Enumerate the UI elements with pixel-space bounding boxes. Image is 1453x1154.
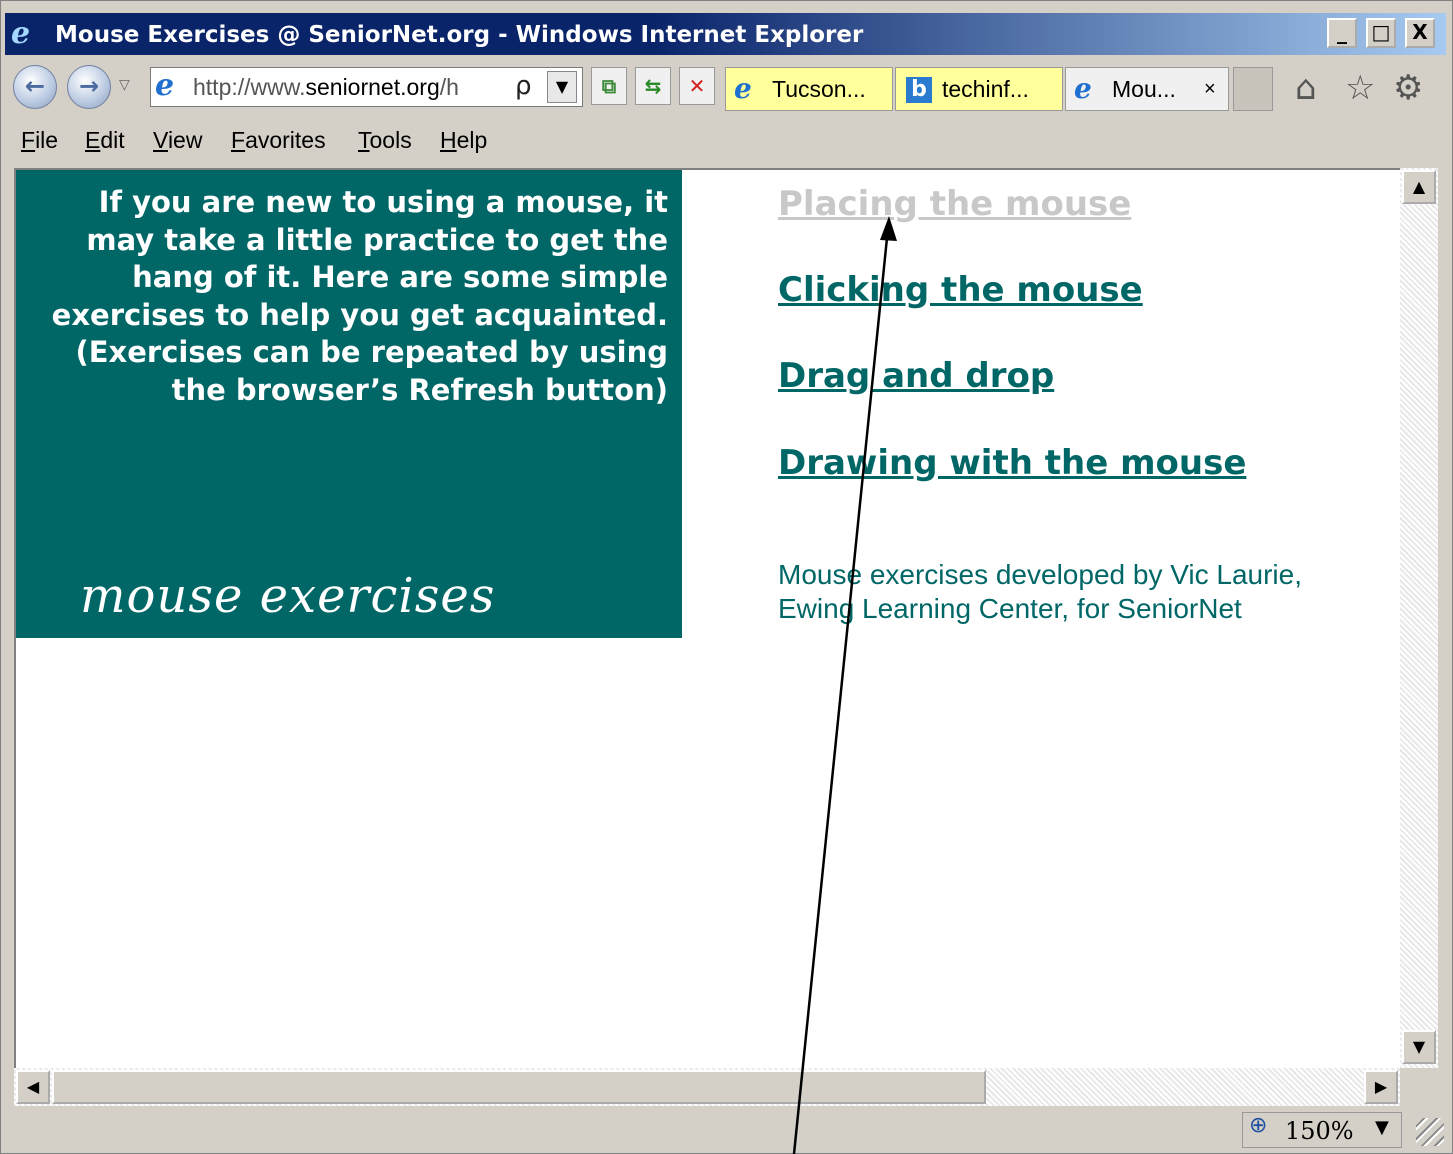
link-drag-and-drop[interactable]: Drag and drop [778, 356, 1054, 396]
link-drawing-with-the-mouse[interactable]: Drawing with the mouse [778, 443, 1246, 483]
zoom-dropdown-icon[interactable]: ▼ [1375, 1117, 1389, 1138]
page-content: If you are new to using a mouse, it may … [14, 168, 1400, 1068]
favorites-icon[interactable]: ☆ [1345, 71, 1375, 105]
ie-icon: e [734, 72, 752, 105]
scroll-up-button[interactable]: ▲ [1402, 170, 1436, 204]
tab-label: Tucson... [772, 76, 866, 102]
intro-text: If you are new to using a mouse, it may … [51, 185, 668, 407]
vertical-scrollbar[interactable]: ▲ ▼ [1400, 168, 1438, 1068]
title-bar[interactable]: e Mouse Exercises @ SeniorNet.org - Wind… [5, 13, 1446, 55]
link-placing-the-mouse[interactable]: Placing the mouse [778, 184, 1131, 224]
mouse-exercises-logo: mouse exercises [80, 568, 496, 624]
tab-label: Mou... [1112, 76, 1176, 102]
zoom-control[interactable]: ⊕ 150% ▼ [1242, 1112, 1402, 1148]
history-dropdown-icon[interactable]: ▽ [119, 77, 130, 93]
b-icon: b [906, 77, 932, 103]
menu-edit[interactable]: Edit [85, 127, 125, 154]
minimize-button[interactable]: _ [1327, 18, 1357, 48]
compatibility-view-button[interactable]: ⧉ [591, 67, 627, 105]
new-tab-button[interactable] [1233, 67, 1273, 111]
stop-icon: ✕ [688, 74, 706, 98]
settings-icon[interactable]: ⚙ [1393, 71, 1423, 105]
stop-button[interactable]: ✕ [679, 67, 715, 105]
link-clicking-the-mouse[interactable]: Clicking the mouse [778, 270, 1143, 310]
tab-tucson[interactable]: e Tucson... [725, 67, 893, 111]
scroll-left-button[interactable]: ◀ [16, 1070, 50, 1104]
menu-help[interactable]: Help [440, 127, 487, 154]
forward-arrow-icon: → [78, 72, 100, 100]
menu-file[interactable]: File [21, 127, 58, 154]
address-url[interactable]: http://www.seniornet.org/h [193, 74, 505, 101]
menu-view[interactable]: View [153, 127, 202, 154]
ie-icon: e [1074, 72, 1092, 105]
forward-button[interactable]: → [67, 65, 111, 109]
refresh-icon: ⇆ [644, 74, 662, 98]
down-arrow-icon: ▼ [1412, 1037, 1426, 1056]
scroll-right-button[interactable]: ▶ [1364, 1070, 1398, 1104]
tab-close-icon[interactable]: × [1204, 68, 1216, 110]
back-button[interactable]: ← [13, 65, 57, 109]
tab-label: techinf... [942, 76, 1029, 102]
close-button[interactable]: X [1405, 18, 1435, 48]
right-arrow-icon: ▶ [1374, 1077, 1388, 1096]
maximize-button[interactable]: □ [1366, 18, 1396, 48]
navigation-bar: ← → ▽ e http://www.seniornet.org/h ρ ▼ ⧉… [5, 59, 1446, 119]
tab-mouse-exercises[interactable]: e Mou... × [1065, 67, 1229, 111]
refresh-button[interactable]: ⇆ [635, 67, 671, 105]
ie-icon: e [11, 16, 31, 51]
horizontal-scroll-thumb[interactable] [52, 1070, 986, 1104]
search-icon[interactable]: ρ [515, 71, 532, 101]
compatibility-icon: ⧉ [601, 74, 617, 98]
tab-techinf[interactable]: b techinf... [895, 67, 1063, 111]
status-bar: ⊕ 150% ▼ [4, 1110, 1445, 1150]
credit-text: Mouse exercises developed by Vic Laurie,… [778, 559, 1303, 624]
resize-grip[interactable] [1416, 1118, 1444, 1146]
window-title: Mouse Exercises @ SeniorNet.org - Window… [55, 22, 864, 48]
address-bar[interactable]: e http://www.seniornet.org/h ρ ▼ [150, 67, 583, 107]
ie-page-icon: e [155, 68, 175, 103]
up-arrow-icon: ▲ [1412, 177, 1426, 196]
back-arrow-icon: ← [24, 72, 46, 100]
zoom-level: 150% [1285, 1117, 1354, 1145]
scroll-down-button[interactable]: ▼ [1402, 1030, 1436, 1064]
menu-tools[interactable]: Tools [358, 127, 412, 154]
intro-panel: If you are new to using a mouse, it may … [16, 170, 682, 638]
address-dropdown-button[interactable]: ▼ [547, 71, 577, 103]
home-icon[interactable]: ⌂ [1295, 71, 1317, 105]
left-arrow-icon: ◀ [26, 1077, 40, 1096]
menu-favorites[interactable]: Favorites [231, 127, 326, 154]
horizontal-scrollbar[interactable]: ◀ ▶ [14, 1068, 1400, 1106]
zoom-magnifier-icon: ⊕ [1249, 1113, 1268, 1138]
